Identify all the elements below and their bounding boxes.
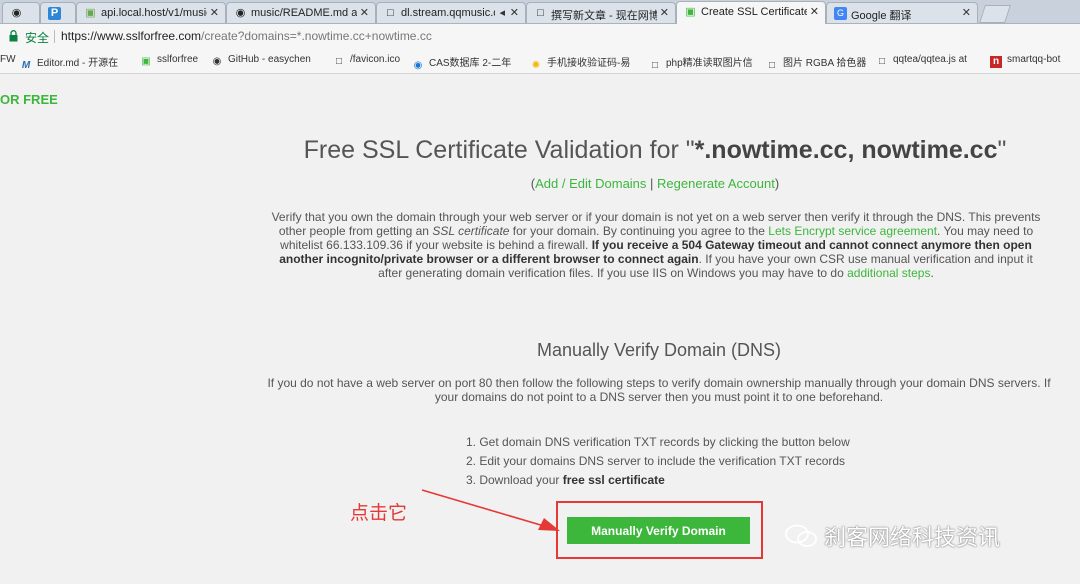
page-icon: □ — [651, 60, 659, 71]
close-tab-icon[interactable]: ✕ — [360, 6, 369, 19]
lets-encrypt-agreement-link[interactable]: Lets Encrypt service agreement — [768, 224, 937, 238]
page-icon: ▣ — [685, 6, 696, 18]
bookmarks-bar: FW M Editor.md - 开源在 ▣ sslforfree ◉ GitHub … — [0, 48, 1080, 74]
lock-icon: ▣ — [141, 56, 151, 67]
close-tab-icon[interactable]: ✕ — [962, 6, 971, 19]
bookmark-rgba[interactable]: □ 图片 RGBA 拾色器 — [766, 54, 866, 72]
page-content: OR FREE Free SSL Certificate Validation … — [0, 74, 1080, 584]
address-bar[interactable]: 安全 https://www.sslforfree.com/create?dom… — [0, 24, 1080, 48]
tab-create-ssl[interactable]: ▣ Create SSL Certificate ✕ — [676, 1, 826, 24]
step-1: 1. Get domain DNS verification TXT recor… — [466, 435, 850, 449]
bookmark-sslforfree[interactable]: ▣ sslforfree — [140, 54, 198, 68]
manually-verify-domain-button[interactable]: Manually Verify Domain — [567, 517, 750, 544]
tab-readme[interactable]: ◉ music/README.md at ✕ — [226, 2, 376, 23]
chrome-icon: ✺ — [531, 60, 541, 71]
page-icon: □ — [878, 56, 886, 67]
bookmark-smartqq[interactable]: n smartqq-bot — [990, 54, 1060, 68]
dns-heading: Manually Verify Domain (DNS) — [536, 340, 782, 360]
wechat-icon — [785, 524, 817, 547]
tab-api-music[interactable]: ▣ api.local.host/v1/music ✕ — [76, 2, 226, 23]
tab-p-app[interactable]: P — [40, 2, 76, 23]
address-divider — [54, 30, 55, 43]
cas-icon: ◉ — [413, 60, 423, 71]
page-title: Free SSL Certificate Validation for "*.n… — [303, 136, 1007, 164]
close-tab-icon[interactable]: ✕ — [510, 6, 519, 19]
page-icon: □ — [768, 60, 776, 71]
secure-label: 安全 — [25, 31, 50, 45]
domain-links: (Add / Edit Domains | Regenerate Account… — [530, 176, 780, 191]
dns-description: If you do not have a web server on port … — [267, 376, 1051, 404]
url-text[interactable]: https://www.sslforfree.com/create?domain… — [61, 29, 432, 43]
watermark: 刹客网络科技资讯 — [784, 520, 1000, 552]
close-tab-icon[interactable]: ✕ — [210, 6, 219, 19]
tab-qqmusic-stream[interactable]: □ dl.stream.qqmusic.q ◂ ✕ — [376, 2, 526, 23]
speaker-icon: ◂ — [499, 7, 505, 19]
url-path: /create?domains=*.nowtime.cc+nowtime.cc — [201, 29, 432, 43]
bookmark-php-image[interactable]: □ php精准读取图片信 — [649, 54, 753, 72]
verification-description: Verify that you own the domain through y… — [271, 210, 1041, 280]
lock-icon — [9, 30, 18, 42]
page-icon: □ — [335, 56, 343, 67]
new-tab-button[interactable] — [979, 5, 1011, 23]
tab-google-translate[interactable]: G Google 翻译 ✕ — [826, 2, 978, 23]
page-icon: □ — [537, 7, 544, 19]
github-icon: ◉ — [235, 7, 246, 19]
watermark-text: 刹客网络科技资讯 — [824, 525, 1001, 550]
tab-strip: ◉ P ▣ api.local.host/v1/music ✕ ◉ music/… — [0, 0, 1080, 24]
bookmark-fw[interactable]: FW — [0, 54, 16, 65]
bookmark-cas[interactable]: ◉ CAS数据库 2-二年 — [412, 54, 512, 72]
close-tab-icon[interactable]: ✕ — [660, 6, 669, 19]
site-brand[interactable]: OR FREE — [0, 92, 58, 107]
annotation-arrow-icon — [421, 489, 560, 531]
p-app-icon: P — [48, 7, 61, 20]
tab-github[interactable]: ◉ — [2, 2, 40, 23]
n-icon: n — [990, 56, 1002, 68]
page-icon: □ — [387, 7, 394, 19]
annotation-label: 点击它 — [350, 502, 408, 524]
bookmark-github[interactable]: ◉ GitHub - easychen — [211, 54, 311, 68]
m-icon: M — [21, 60, 31, 71]
url-base: https://www.sslforfree.com — [61, 29, 202, 43]
additional-steps-link[interactable]: additional steps — [847, 266, 930, 280]
bookmark-qqtea[interactable]: □ qqtea/qqtea.js at — [876, 54, 967, 68]
add-edit-domains-link[interactable]: Add / Edit Domains — [535, 176, 646, 191]
title-domains: *.nowtime.cc, nowtime.cc — [694, 136, 998, 164]
bookmark-editormd[interactable]: M Editor.md - 开源在 — [20, 54, 118, 72]
bookmark-favicon[interactable]: □/favicon.ico — [333, 54, 400, 68]
step-2: 2. Edit your domains DNS server to inclu… — [466, 454, 846, 468]
dns-steps-list: 1. Get domain DNS verification TXT recor… — [466, 433, 850, 490]
bookmark-sms[interactable]: ✺ 手机接收验证码-易 — [530, 54, 631, 72]
tab-write-article[interactable]: □ 撰写新文章 - 现在网博客 ✕ — [526, 2, 676, 23]
translate-icon: G — [834, 7, 847, 20]
regenerate-account-link[interactable]: Regenerate Account — [657, 176, 775, 191]
github-icon: ◉ — [212, 56, 222, 67]
close-tab-icon[interactable]: ✕ — [810, 5, 819, 18]
page-icon: ▣ — [85, 7, 96, 19]
github-icon: ◉ — [11, 7, 22, 19]
